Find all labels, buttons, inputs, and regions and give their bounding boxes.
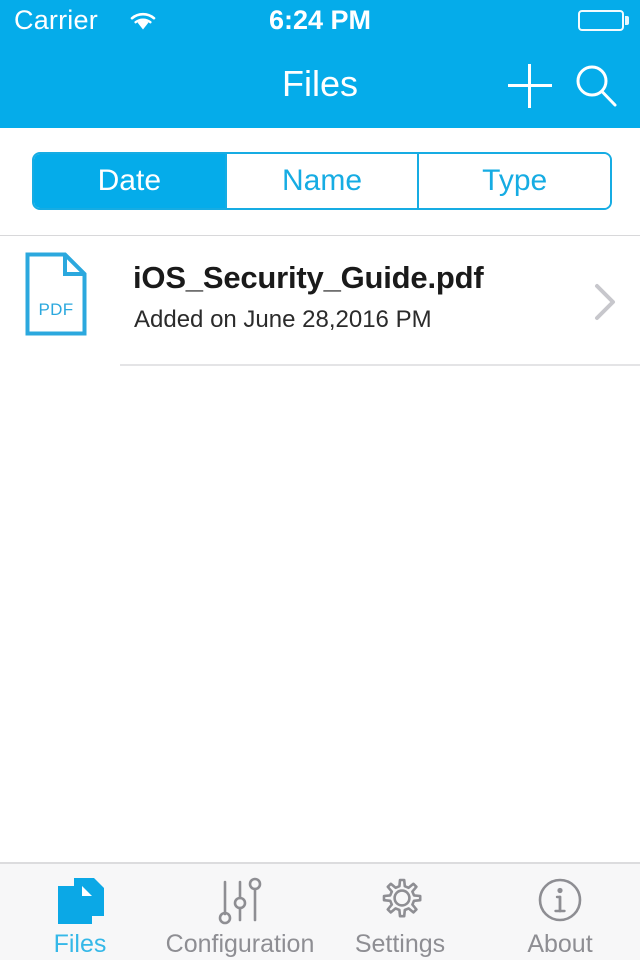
tab-configuration[interactable]: Configuration bbox=[160, 864, 320, 960]
pdf-file-icon-label: PDF bbox=[38, 300, 74, 319]
segment-type[interactable]: Type bbox=[417, 154, 610, 208]
file-name: iOS_Security_Guide.pdf bbox=[133, 260, 484, 295]
tab-files-label: Files bbox=[53, 930, 107, 958]
navigation-bar: Files bbox=[0, 40, 640, 128]
battery-icon bbox=[578, 10, 624, 31]
status-bar-clock: 6:24 PM bbox=[268, 5, 372, 35]
file-list: PDF iOS_Security_Guide.pdf Added on June… bbox=[0, 236, 640, 862]
app-screen: Carrier 6:24 PM Files Date Name Type PDF… bbox=[0, 0, 640, 960]
search-icon[interactable] bbox=[572, 62, 620, 110]
battery-cap-icon bbox=[625, 16, 629, 25]
file-added-date: Added on June 28,2016 PM bbox=[134, 306, 432, 333]
tab-about-label: About bbox=[527, 930, 593, 958]
tab-files[interactable]: Files bbox=[0, 864, 160, 960]
tab-configuration-label: Configuration bbox=[165, 930, 315, 958]
info-circle-icon bbox=[532, 876, 588, 926]
list-item-separator bbox=[120, 364, 640, 366]
plus-icon[interactable] bbox=[508, 64, 552, 108]
tab-settings-label: Settings bbox=[354, 930, 446, 958]
list-item[interactable]: PDF iOS_Security_Guide.pdf Added on June… bbox=[0, 236, 640, 366]
tab-about[interactable]: About bbox=[480, 864, 640, 960]
sort-filter-bar: Date Name Type bbox=[0, 128, 640, 237]
tab-settings[interactable]: Settings bbox=[320, 864, 480, 960]
chevron-right-icon[interactable] bbox=[592, 282, 618, 322]
segmented-control[interactable]: Date Name Type bbox=[32, 152, 612, 210]
segment-name[interactable]: Name bbox=[224, 154, 418, 208]
status-bar: Carrier 6:24 PM bbox=[0, 0, 640, 40]
segment-date[interactable]: Date bbox=[34, 154, 225, 208]
gear-icon bbox=[372, 876, 428, 926]
sliders-icon bbox=[212, 876, 268, 926]
documents-icon bbox=[52, 876, 108, 926]
tab-bar: Files Configuration Settings About bbox=[0, 862, 640, 960]
